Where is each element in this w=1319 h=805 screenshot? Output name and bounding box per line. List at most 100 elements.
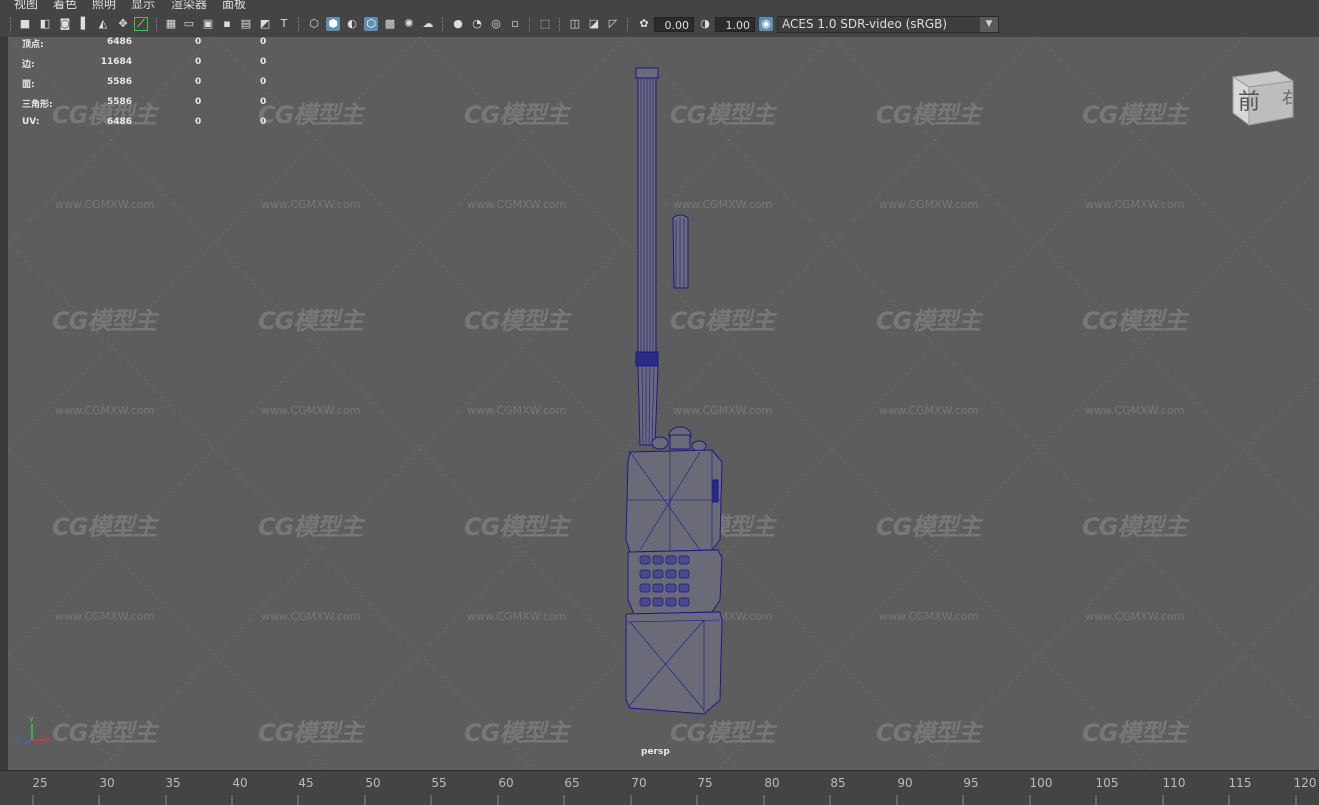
time-slider[interactable]: 25 30 35 40 45 50 55 60 65 70 75 80 85 9… <box>0 770 1319 805</box>
timeline-tick: 60 <box>498 776 514 790</box>
hud-label: 边: <box>22 60 35 70</box>
shadows-icon[interactable]: ☁ <box>421 17 435 31</box>
menu-view[interactable]: 视图 <box>14 0 38 11</box>
xray-joints-icon[interactable]: ◸ <box>606 17 620 31</box>
exposure-icon[interactable]: ✿ <box>637 17 651 31</box>
2d-pan-icon[interactable]: ✥ <box>116 17 130 31</box>
timeline-tick: 95 <box>963 776 979 790</box>
watermark-url: www.CGMXW.com <box>879 198 979 211</box>
watermark-logo: CG模型主 <box>258 719 363 747</box>
hud-value: 0 <box>260 77 267 87</box>
exposure-field[interactable]: 0.00 <box>654 17 694 32</box>
hud-value: 0 <box>260 97 267 107</box>
watermark-url: www.CGMXW.com <box>261 404 361 417</box>
depth-of-field-icon[interactable]: ▫ <box>508 17 522 31</box>
hud-value: 0 <box>260 37 267 47</box>
chevron-down-icon[interactable]: ▼ <box>980 17 998 32</box>
watermark-logo: CG模型主 <box>52 307 157 335</box>
wireframe-icon[interactable]: ⬡ <box>307 17 321 31</box>
watermark-url: www.CGMXW.com <box>879 404 979 417</box>
screen-space-ao-icon[interactable]: ● <box>451 17 465 31</box>
timeline-tick: 30 <box>99 776 115 790</box>
gamma-field[interactable]: 1.00 <box>715 17 755 32</box>
toolbar-separator <box>627 18 630 31</box>
axis-y-label: y <box>29 714 34 723</box>
watermark-url: www.CGMXW.com <box>261 610 361 623</box>
hud-value: 6486 <box>106 37 132 47</box>
hud-value: 0 <box>260 117 267 127</box>
menu-renderer[interactable]: 渲染器 <box>171 0 207 11</box>
timeline-tick: 55 <box>431 776 447 790</box>
film-gate-icon[interactable]: ▭ <box>182 17 196 31</box>
toolbar-separator <box>442 18 445 31</box>
watermark-url: www.CGMXW.com <box>1085 610 1185 623</box>
bookmark-icon[interactable]: ◙ <box>58 17 72 31</box>
menu-shading[interactable]: 着色 <box>53 0 77 11</box>
timeline-tick: 105 <box>1095 776 1119 790</box>
timeline-tick: 35 <box>165 776 181 790</box>
xray-icon[interactable]: ◫ <box>568 17 582 31</box>
image-plane-icon[interactable]: ▌ <box>78 17 92 31</box>
watermark-logo: CG模型主 <box>258 101 363 129</box>
hud-value: 0 <box>260 57 267 67</box>
hud-label: UV: <box>22 117 40 127</box>
safe-title-icon[interactable]: T <box>277 17 291 31</box>
timeline-tick: 80 <box>764 776 780 790</box>
watermark-url: www.CGMXW.com <box>55 404 155 417</box>
watermark-url: www.CGMXW.com <box>1085 404 1185 417</box>
axis-z-line <box>23 739 33 744</box>
motion-blur-icon[interactable]: ◔ <box>470 17 484 31</box>
smooth-shade-icon[interactable]: ⬢ <box>326 17 340 31</box>
menu-show[interactable]: 显示 <box>131 0 155 11</box>
textured-icon[interactable]: ▩ <box>383 17 397 31</box>
panel-menubar: 视图 着色 照明 显示 渲染器 面板 <box>0 0 1319 11</box>
timeline-tick: 65 <box>564 776 580 790</box>
field-chart-icon[interactable]: ▤ <box>239 17 253 31</box>
timeline-tick: 90 <box>897 776 913 790</box>
safe-action-icon[interactable]: ◩ <box>258 17 272 31</box>
watermark-url: www.CGMXW.com <box>467 198 567 211</box>
watermark-logo: CG模型主 <box>876 101 981 129</box>
watermark-logo: CG模型主 <box>52 719 157 747</box>
watermark-url: www.CGMXW.com <box>55 198 155 211</box>
timeline-tick: 120 <box>1293 776 1317 790</box>
hud-value: 0 <box>195 97 202 107</box>
menu-lighting[interactable]: 照明 <box>92 0 116 11</box>
wireframe-on-shaded-icon[interactable]: ⬡ <box>364 17 378 31</box>
gamma-icon[interactable]: ◑ <box>698 17 712 31</box>
xray-active-components-icon[interactable]: ◪ <box>587 17 601 31</box>
camera-attributes-icon[interactable]: ◧ <box>38 17 52 31</box>
timeline-tick: 85 <box>830 776 846 790</box>
hud-value: 5586 <box>106 97 132 107</box>
hud-label: 三角形: <box>22 100 53 110</box>
timeline-tick: 25 <box>32 776 48 790</box>
toolbar-separator <box>529 18 532 31</box>
timeline-tick: 40 <box>232 776 248 790</box>
watermark-logo: CG模型主 <box>1082 307 1187 335</box>
watermark-url: www.CGMXW.com <box>1085 198 1185 211</box>
color-management-icon[interactable]: ◉ <box>759 17 773 31</box>
color-space-select[interactable]: ACES 1.0 SDR-video (sRGB) ▼ <box>777 16 999 33</box>
hud-value: 11684 <box>100 57 132 67</box>
toolbar-separator <box>156 18 159 31</box>
grid-icon[interactable]: ▦ <box>164 17 178 31</box>
menu-panels[interactable]: 面板 <box>222 0 246 11</box>
resolution-gate-icon[interactable]: ▣ <box>201 17 215 31</box>
radio-model-wireframe[interactable] <box>600 60 760 720</box>
timeline-tick: 45 <box>298 776 314 790</box>
gate-mask-icon[interactable]: ▪ <box>220 17 234 31</box>
multisample-aa-icon[interactable]: ◎ <box>489 17 503 31</box>
isolate-select-icon[interactable]: ⬚ <box>538 17 552 31</box>
color-space-value: ACES 1.0 SDR-video (sRGB) <box>782 17 948 31</box>
watermark-logo: CG模型主 <box>1082 719 1187 747</box>
camera-select-icon[interactable]: ■ <box>18 17 32 31</box>
watermark-url: www.CGMXW.com <box>467 404 567 417</box>
hud-value: 0 <box>195 77 202 87</box>
use-all-lights-icon[interactable]: ✺ <box>402 17 416 31</box>
grease-pencil-active-icon[interactable]: ⟋ <box>134 17 148 31</box>
grease-pencil-icon[interactable]: ◭ <box>96 17 110 31</box>
hud-value: 0 <box>195 37 202 47</box>
axis-z-label: z <box>14 736 19 745</box>
default-material-icon[interactable]: ◐ <box>345 17 359 31</box>
camera-name-label: persp <box>641 747 670 757</box>
